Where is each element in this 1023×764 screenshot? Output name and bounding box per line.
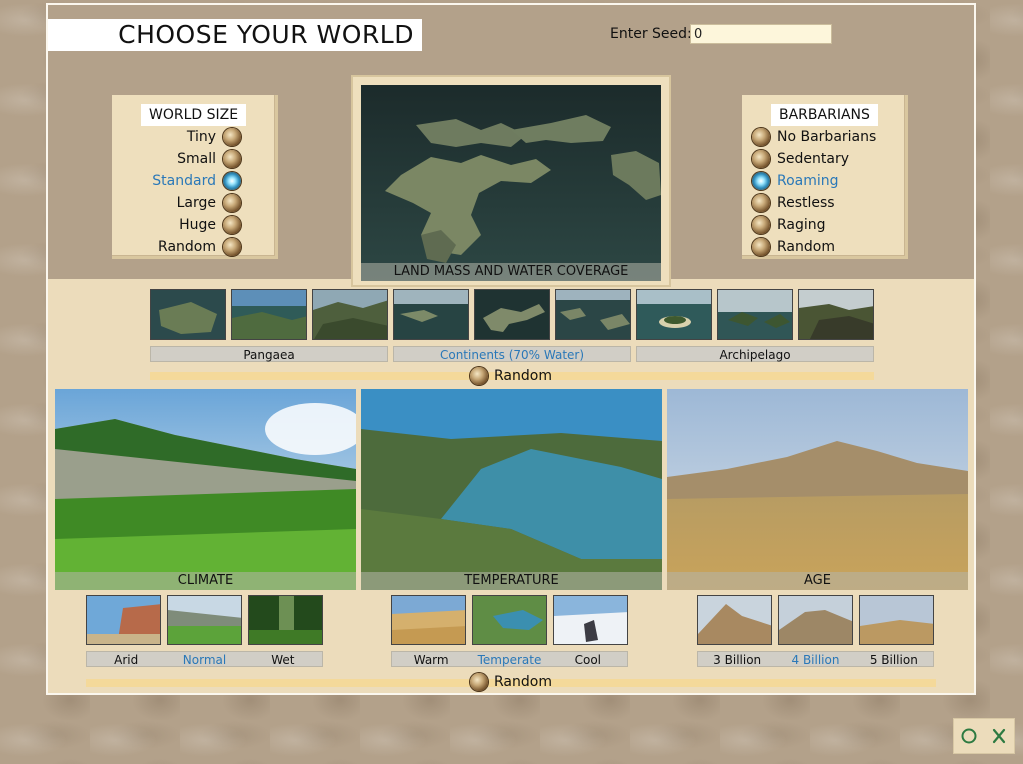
radio-button-icon[interactable] xyxy=(223,194,241,212)
land-thumb-continents-2[interactable] xyxy=(474,289,550,340)
age-preview-image: AGE xyxy=(667,389,968,590)
world-size-option-small[interactable]: Small xyxy=(112,148,241,170)
option-label: Large xyxy=(176,195,216,211)
temperature-option-temperate[interactable]: Temperate xyxy=(470,652,548,667)
barbarians-option-random[interactable]: Random xyxy=(752,236,835,258)
option-label: Random xyxy=(777,239,835,255)
age-thumb-4-billion[interactable] xyxy=(778,595,853,645)
radio-button-icon[interactable] xyxy=(752,238,770,256)
option-label: Restless xyxy=(777,195,835,211)
world-size-option-standard[interactable]: Standard xyxy=(112,170,241,192)
radio-button-icon[interactable] xyxy=(470,367,488,385)
temperature-preview-image: TEMPERATURE xyxy=(361,389,662,590)
barbarians-panel: BARBARIANS No Barbarians Sedentary Roami… xyxy=(742,95,908,259)
climate-caption: CLIMATE xyxy=(55,572,356,590)
barbarians-option-roaming[interactable]: Roaming xyxy=(752,170,839,192)
climate-thumb-wet[interactable] xyxy=(248,595,323,645)
climate-option-normal[interactable]: Normal xyxy=(165,652,243,667)
accept-icon xyxy=(961,728,977,744)
land-group-pangaea[interactable]: Pangaea xyxy=(150,346,388,362)
climate-option-wet[interactable]: Wet xyxy=(244,652,322,667)
radio-button-icon[interactable] xyxy=(223,150,241,168)
land-group-archipelago[interactable]: Archipelago xyxy=(636,346,874,362)
page-title: CHOOSE YOUR WORLD xyxy=(48,19,422,51)
land-mass-preview-frame: LAND MASS AND WATER COVERAGE xyxy=(351,75,671,287)
land-thumb-archipelago-1[interactable] xyxy=(636,289,712,340)
option-label: Small xyxy=(177,151,216,167)
radio-button-icon[interactable] xyxy=(752,128,770,146)
accept-button[interactable] xyxy=(958,725,980,747)
radio-button-selected-icon[interactable] xyxy=(223,172,241,190)
option-label: Roaming xyxy=(777,173,839,189)
temperature-options-bar: Warm Temperate Cool xyxy=(391,651,628,667)
radio-button-icon[interactable] xyxy=(223,128,241,146)
seed-input[interactable] xyxy=(690,24,832,44)
land-thumb-pangaea-3[interactable] xyxy=(312,289,388,340)
age-option-5-billion[interactable]: 5 Billion xyxy=(855,652,933,667)
radio-button-icon[interactable] xyxy=(223,238,241,256)
age-options-bar: 3 Billion 4 Billion 5 Billion xyxy=(697,651,934,667)
barbarians-heading: BARBARIANS xyxy=(771,104,878,126)
land-random-label: Random xyxy=(494,368,552,384)
land-thumb-pangaea-1[interactable] xyxy=(150,289,226,340)
barbarians-option-restless[interactable]: Restless xyxy=(752,192,835,214)
world-size-option-huge[interactable]: Huge xyxy=(112,214,241,236)
land-group-continents[interactable]: Continents (70% Water) xyxy=(393,346,631,362)
temperature-thumb-warm[interactable] xyxy=(391,595,466,645)
radio-button-selected-icon[interactable] xyxy=(752,172,770,190)
climate-options-bar: Arid Normal Wet xyxy=(86,651,323,667)
barbarians-option-none[interactable]: No Barbarians xyxy=(752,126,876,148)
seed-label: Enter Seed: xyxy=(610,26,692,42)
age-option-3-billion[interactable]: 3 Billion xyxy=(698,652,776,667)
option-label: No Barbarians xyxy=(777,129,877,145)
temperature-option-cool[interactable]: Cool xyxy=(549,652,627,667)
land-thumb-archipelago-2[interactable] xyxy=(717,289,793,340)
land-mass-caption: LAND MASS AND WATER COVERAGE xyxy=(361,263,661,281)
bottom-random-option[interactable]: Random xyxy=(470,673,552,691)
option-label: Tiny xyxy=(186,129,216,145)
barbarians-option-sedentary[interactable]: Sedentary xyxy=(752,148,849,170)
temperature-thumb-temperate[interactable] xyxy=(472,595,547,645)
age-caption: AGE xyxy=(667,572,968,590)
land-mass-preview-image: LAND MASS AND WATER COVERAGE xyxy=(361,85,661,281)
world-size-option-tiny[interactable]: Tiny xyxy=(112,126,241,148)
temperature-caption: TEMPERATURE xyxy=(361,572,662,590)
radio-button-icon[interactable] xyxy=(223,216,241,234)
land-thumb-continents-3[interactable] xyxy=(555,289,631,340)
land-thumb-archipelago-3[interactable] xyxy=(798,289,874,340)
climate-preview-image: CLIMATE xyxy=(55,389,356,590)
dialog-controls xyxy=(953,718,1015,754)
option-label: Standard xyxy=(152,173,216,189)
option-label: Huge xyxy=(179,217,216,233)
barbarians-option-raging[interactable]: Raging xyxy=(752,214,826,236)
age-thumb-3-billion[interactable] xyxy=(697,595,772,645)
world-size-panel: WORLD SIZE Tiny Small Standard Large Hug… xyxy=(112,95,278,259)
climate-option-arid[interactable]: Arid xyxy=(87,652,165,667)
close-icon xyxy=(992,728,1006,744)
land-thumb-continents-1[interactable] xyxy=(393,289,469,340)
close-button[interactable] xyxy=(988,725,1010,747)
world-size-heading: WORLD SIZE xyxy=(141,104,247,126)
age-option-4-billion[interactable]: 4 Billion xyxy=(776,652,854,667)
world-size-option-random[interactable]: Random xyxy=(112,236,241,258)
radio-button-icon[interactable] xyxy=(752,216,770,234)
world-size-option-large[interactable]: Large xyxy=(112,192,241,214)
climate-thumb-arid[interactable] xyxy=(86,595,161,645)
age-thumb-5-billion[interactable] xyxy=(859,595,934,645)
radio-button-icon[interactable] xyxy=(470,673,488,691)
land-random-option[interactable]: Random xyxy=(470,367,552,385)
world-setup-panel: CHOOSE YOUR WORLD Enter Seed: WORLD SIZE… xyxy=(46,3,976,695)
bottom-random-label: Random xyxy=(494,674,552,690)
option-label: Raging xyxy=(777,217,826,233)
option-label: Sedentary xyxy=(777,151,849,167)
climate-thumb-normal[interactable] xyxy=(167,595,242,645)
temperature-option-warm[interactable]: Warm xyxy=(392,652,470,667)
temperature-thumb-cool[interactable] xyxy=(553,595,628,645)
land-thumb-pangaea-2[interactable] xyxy=(231,289,307,340)
radio-button-icon[interactable] xyxy=(752,194,770,212)
option-label: Random xyxy=(158,239,216,255)
radio-button-icon[interactable] xyxy=(752,150,770,168)
